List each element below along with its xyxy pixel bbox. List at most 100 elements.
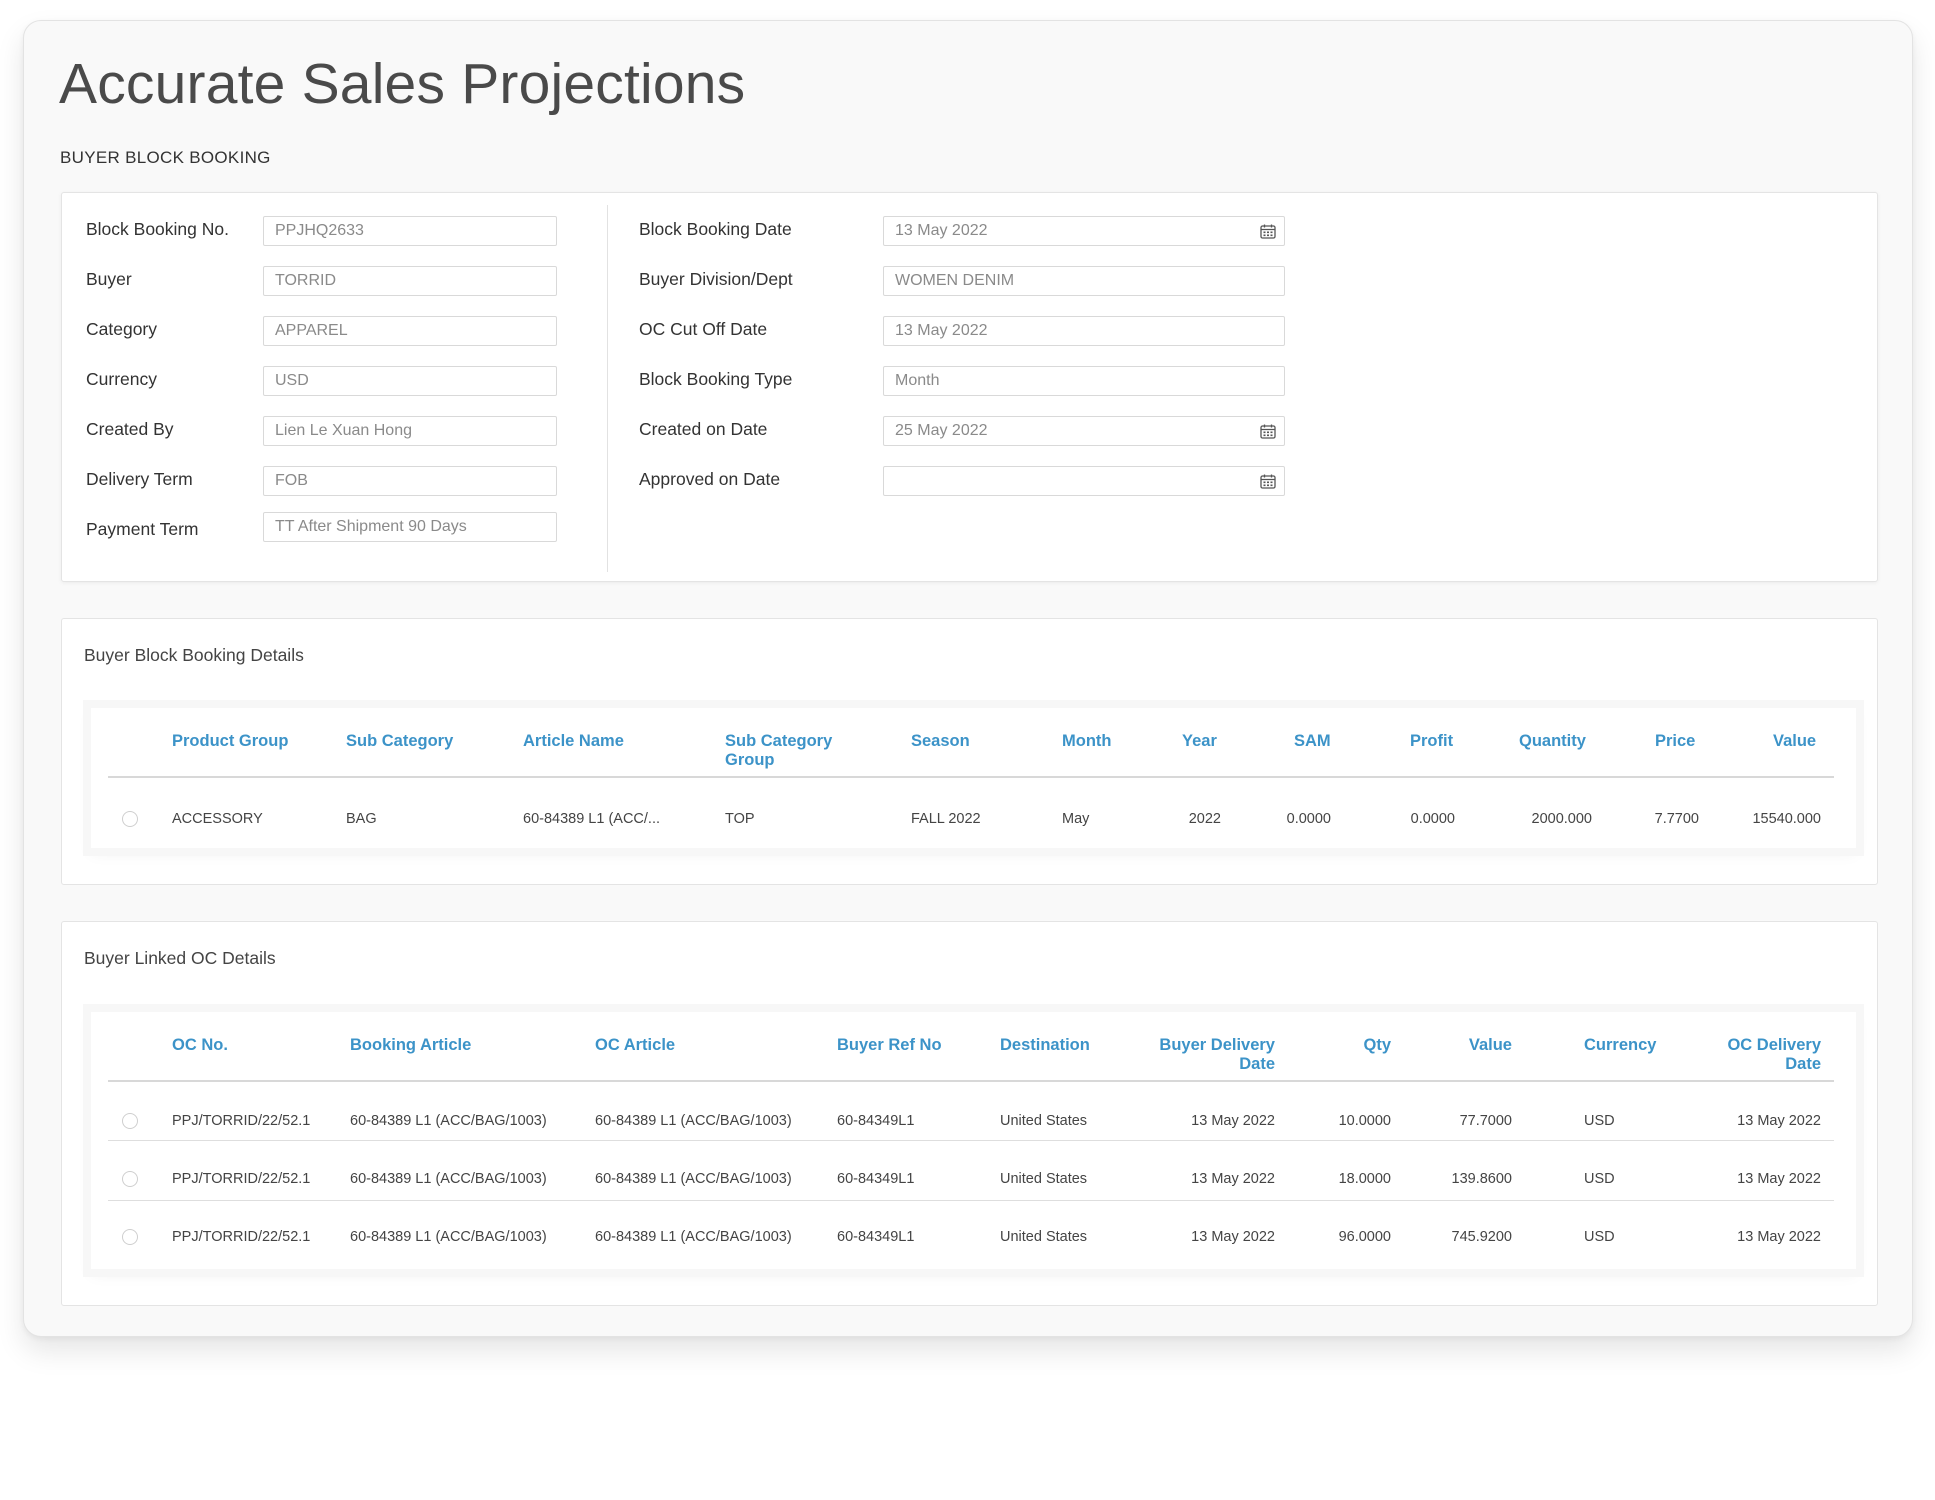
col-sam[interactable]: SAM xyxy=(1294,732,1331,751)
col-buyer-delivery-date[interactable]: Buyer Delivery Date xyxy=(1135,1036,1275,1074)
col-sub-category[interactable]: Sub Category xyxy=(346,732,453,751)
col-year[interactable]: Year xyxy=(1182,732,1217,751)
delivery-term-field[interactable]: FOB xyxy=(263,466,557,496)
created-on-date-value: 25 May 2022 xyxy=(895,422,988,439)
booking-form-panel: Block Booking No. PPJHQ2633 Buyer TORRID… xyxy=(61,192,1878,582)
cell-qty: 10.0000 xyxy=(1338,1113,1391,1129)
cell-booking-article: 60-84389 L1 (ACC/BAG/1003) xyxy=(350,1171,547,1187)
col-quantity[interactable]: Quantity xyxy=(1519,732,1586,751)
payment-term-label: Payment Term xyxy=(86,519,199,539)
created-by-field[interactable]: Lien Le Xuan Hong xyxy=(263,416,557,446)
cell-destination: United States xyxy=(1000,1171,1088,1187)
cell-buyer-delivery-date: 13 May 2022 xyxy=(1191,1113,1275,1129)
cell-currency: USD xyxy=(1584,1113,1615,1129)
category-label: Category xyxy=(86,319,158,339)
delivery-term-label: Delivery Term xyxy=(86,469,193,489)
cell-oc-article: 60-84389 L1 (ACC/BAG/1003) xyxy=(595,1229,792,1245)
cell-oc-no: PPJ/TORRID/22/52.1 xyxy=(172,1113,311,1129)
block-booking-date-label: Block Booking Date xyxy=(639,219,792,239)
created-by-label: Created By xyxy=(86,419,174,439)
col-product-group[interactable]: Product Group xyxy=(172,732,288,751)
row-select-radio[interactable] xyxy=(122,1113,138,1129)
cell-season: FALL 2022 xyxy=(911,811,981,827)
cell-currency: USD xyxy=(1584,1171,1615,1187)
col-article-name[interactable]: Article Name xyxy=(523,732,624,751)
col-value[interactable]: Value xyxy=(1773,732,1816,751)
calendar-icon[interactable] xyxy=(1260,224,1276,239)
section-caption: BUYER BLOCK BOOKING xyxy=(60,148,271,167)
created-on-date-field[interactable]: 25 May 2022 xyxy=(883,416,1285,446)
block-booking-type-field[interactable]: Month xyxy=(883,366,1285,396)
approved-on-date-field[interactable] xyxy=(883,466,1285,496)
header-divider xyxy=(108,776,1834,778)
cell-product-group: ACCESSORY xyxy=(172,811,263,827)
cell-oc-delivery-date: 13 May 2022 xyxy=(1737,1171,1821,1187)
col-month[interactable]: Month xyxy=(1062,732,1111,751)
cell-value: 15540.000 xyxy=(1752,811,1821,827)
block-booking-no-field[interactable]: PPJHQ2633 xyxy=(263,216,557,246)
row-select-radio[interactable] xyxy=(122,811,138,827)
cell-destination: United States xyxy=(1000,1229,1088,1245)
payment-term-field[interactable]: TT After Shipment 90 Days xyxy=(263,512,557,542)
row-select-radio[interactable] xyxy=(122,1229,138,1245)
row-divider xyxy=(108,1200,1834,1201)
col-currency[interactable]: Currency xyxy=(1584,1036,1656,1055)
cell-oc-value: 745.9200 xyxy=(1451,1229,1512,1245)
page-card: Accurate Sales Projections BUYER BLOCK B… xyxy=(23,20,1913,1337)
cell-sam: 0.0000 xyxy=(1286,811,1331,827)
cell-buyer-ref-no: 60-84349L1 xyxy=(837,1229,915,1245)
cell-buyer-delivery-date: 13 May 2022 xyxy=(1191,1171,1275,1187)
cell-buyer-ref-no: 60-84349L1 xyxy=(837,1113,915,1129)
cell-oc-no: PPJ/TORRID/22/52.1 xyxy=(172,1229,311,1245)
calendar-icon[interactable] xyxy=(1260,474,1276,489)
cell-oc-delivery-date: 13 May 2022 xyxy=(1737,1229,1821,1245)
row-select-radio[interactable] xyxy=(122,1171,138,1187)
cell-profit: 0.0000 xyxy=(1410,811,1455,827)
buyer-division-field[interactable]: WOMEN DENIM xyxy=(883,266,1285,296)
col-sub-category-group[interactable]: Sub Category Group xyxy=(725,732,845,770)
cell-year: 2022 xyxy=(1188,811,1221,827)
col-destination[interactable]: Destination xyxy=(1000,1036,1090,1055)
col-oc-no[interactable]: OC No. xyxy=(172,1036,228,1055)
oc-cut-off-date-field[interactable]: 13 May 2022 xyxy=(883,316,1285,346)
cell-booking-article: 60-84389 L1 (ACC/BAG/1003) xyxy=(350,1113,547,1129)
category-field[interactable]: APPAREL xyxy=(263,316,557,346)
col-buyer-ref-no[interactable]: Buyer Ref No xyxy=(837,1036,942,1055)
page-title: Accurate Sales Projections xyxy=(59,52,746,116)
block-booking-date-field[interactable]: 13 May 2022 xyxy=(883,216,1285,246)
col-booking-article[interactable]: Booking Article xyxy=(350,1036,471,1055)
cell-booking-article: 60-84389 L1 (ACC/BAG/1003) xyxy=(350,1229,547,1245)
oc-details-panel: Buyer Linked OC Details OC No. Booking A… xyxy=(61,921,1878,1306)
cell-qty: 96.0000 xyxy=(1338,1229,1391,1245)
block-booking-date-value: 13 May 2022 xyxy=(895,222,988,239)
oc-cut-off-date-label: OC Cut Off Date xyxy=(639,319,768,339)
approved-on-date-label: Approved on Date xyxy=(639,469,781,489)
buyer-field[interactable]: TORRID xyxy=(263,266,557,296)
col-price[interactable]: Price xyxy=(1655,732,1695,751)
cell-oc-value: 139.8600 xyxy=(1451,1171,1512,1187)
col-oc-delivery-date[interactable]: OC Delivery Date xyxy=(1711,1036,1821,1074)
cell-oc-value: 77.7000 xyxy=(1459,1113,1512,1129)
buyer-label: Buyer xyxy=(86,269,132,289)
booking-details-panel: Buyer Block Booking Details Product Grou… xyxy=(61,618,1878,885)
row-divider xyxy=(108,1140,1834,1141)
cell-price: 7.7700 xyxy=(1654,811,1699,827)
cell-article-name: 60-84389 L1 (ACC/... xyxy=(523,811,661,827)
col-oc-value[interactable]: Value xyxy=(1411,1036,1512,1055)
booking-details-table: Product Group Sub Category Article Name … xyxy=(91,708,1856,848)
col-oc-article[interactable]: OC Article xyxy=(595,1036,675,1055)
header-divider xyxy=(108,1080,1834,1082)
currency-field[interactable]: USD xyxy=(263,366,557,396)
cell-quantity: 2000.000 xyxy=(1531,811,1592,827)
oc-details-heading: Buyer Linked OC Details xyxy=(84,948,276,968)
form-divider xyxy=(607,205,608,572)
col-profit[interactable]: Profit xyxy=(1410,732,1453,751)
cell-sub-category-group: TOP xyxy=(725,811,755,827)
oc-details-table: OC No. Booking Article OC Article Buyer … xyxy=(91,1012,1856,1269)
cell-oc-article: 60-84389 L1 (ACC/BAG/1003) xyxy=(595,1171,792,1187)
created-on-date-label: Created on Date xyxy=(639,419,768,439)
calendar-icon[interactable] xyxy=(1260,424,1276,439)
cell-oc-no: PPJ/TORRID/22/52.1 xyxy=(172,1171,311,1187)
col-season[interactable]: Season xyxy=(911,732,970,751)
col-qty[interactable]: Qty xyxy=(1321,1036,1391,1055)
